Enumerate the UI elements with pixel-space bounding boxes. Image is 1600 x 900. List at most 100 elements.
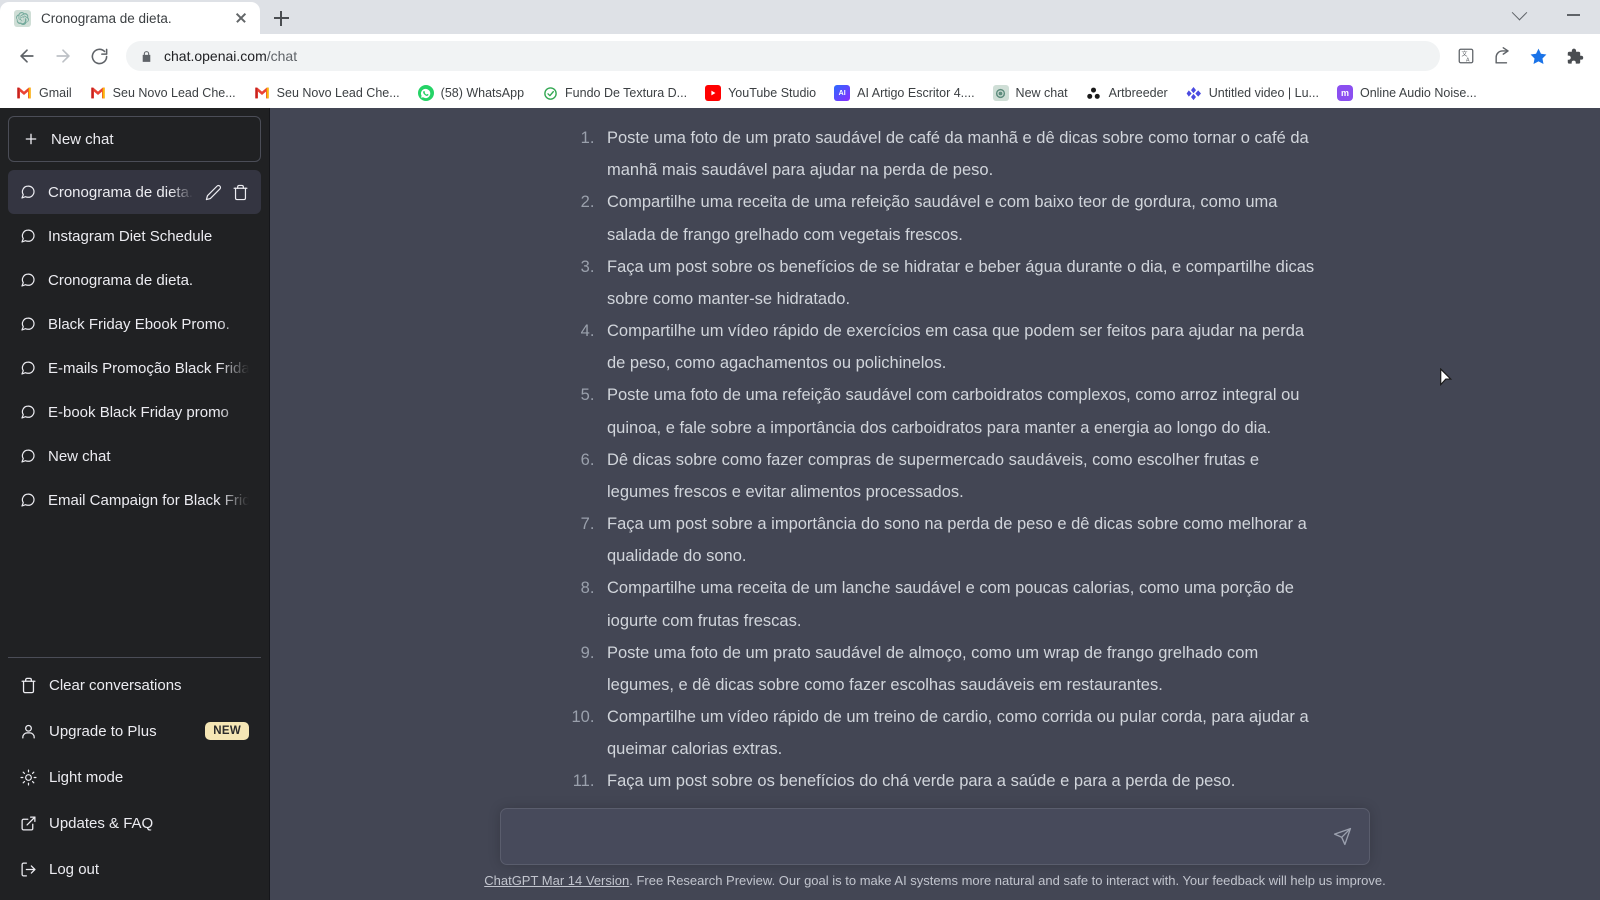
bookmark-label: Online Audio Noise... (1359, 86, 1477, 100)
sidebar-item-clear-conversations[interactable]: Clear conversations (8, 662, 261, 708)
bookmark-item[interactable]: m Online Audio Noise... (1329, 81, 1485, 105)
list-item: Compartilhe uma receita de um lanche sau… (599, 572, 1315, 636)
reload-button[interactable] (82, 39, 116, 73)
sidebar-item-log-out[interactable]: Log out (8, 846, 261, 892)
bookmark-star-icon[interactable] (1522, 40, 1554, 72)
conversation-title: Email Campaign for Black Friday (48, 491, 249, 509)
main-content: Poste uma foto de um prato saudável de c… (270, 108, 1600, 900)
svg-text:A: A (1466, 57, 1470, 63)
openai-icon (14, 9, 31, 27)
list-item: Faça um post sobre a importância do sono… (599, 508, 1315, 572)
chat-bubble-icon (21, 185, 35, 199)
bookmark-item[interactable]: Fundo De Textura D... (534, 81, 695, 105)
external-link-icon (21, 815, 36, 831)
sidebar-item-label: Clear conversations (49, 676, 182, 694)
sidebar-item-upgrade-to-plus[interactable]: Upgrade to Plus NEW (8, 708, 261, 754)
toolbar-icons: 文 A (1450, 40, 1590, 72)
conversation-item[interactable]: Instagram Diet Schedule (8, 214, 261, 258)
chat-bubble-icon (21, 405, 35, 419)
footer-text: . Free Research Preview. Our goal is to … (629, 873, 1386, 888)
list-item: Compartilhe um vídeo rápido de exercício… (599, 315, 1315, 379)
tab-title: Cronograma de dieta. (41, 10, 172, 26)
conversation-item[interactable]: E-mails Promoção Black Friday (8, 346, 261, 390)
forward-button[interactable] (46, 39, 80, 73)
bookmark-label: Artbreeder (1108, 86, 1168, 100)
bookmark-label: Seu Novo Lead Che... (112, 86, 236, 100)
share-icon[interactable] (1486, 40, 1518, 72)
bookmark-item[interactable]: Seu Novo Lead Che... (246, 81, 408, 105)
send-button[interactable] (1329, 824, 1355, 850)
conversation-item[interactable]: Email Campaign for Black Friday (8, 478, 261, 522)
browser-window: Cronograma de dieta. chat.openai.com/cha… (0, 0, 1600, 900)
minimize-button[interactable] (1546, 0, 1600, 30)
back-button[interactable] (10, 39, 44, 73)
bookmark-label: AI Artigo Escritor 4.... (857, 86, 975, 100)
bookmarks-bar: Gmail Seu Novo Lead Che... Seu Novo Lead… (0, 78, 1600, 108)
conversation-title: New chat (48, 447, 111, 465)
youtube-icon (705, 85, 722, 101)
browser-toolbar: chat.openai.com/chat 文 A (0, 34, 1600, 78)
bookmark-label: New chat (1015, 86, 1068, 100)
sidebar-item-updates-faq[interactable]: Updates & FAQ (8, 800, 261, 846)
conversation-item-active[interactable]: Cronograma de dieta. (8, 170, 261, 214)
bookmark-item[interactable]: Gmail (8, 81, 80, 105)
check-circle-icon (542, 85, 558, 101)
conversation-item[interactable]: New chat (8, 434, 261, 478)
address-bar[interactable]: chat.openai.com/chat (126, 41, 1440, 71)
bookmark-item[interactable]: (58) WhatsApp (410, 81, 532, 105)
minimize-icon (1566, 14, 1580, 16)
bookmark-label: YouTube Studio (728, 86, 817, 100)
sidebar-item-light-mode[interactable]: Light mode (8, 754, 261, 800)
tab-strip: Cronograma de dieta. (0, 0, 1600, 34)
conversation-item[interactable]: Black Friday Ebook Promo. (8, 302, 261, 346)
status-badge: NEW (205, 722, 249, 740)
sidebar-divider (8, 657, 261, 658)
conversation-item[interactable]: E-book Black Friday promo (8, 390, 261, 434)
tab-search-button[interactable] (1492, 0, 1546, 30)
list-item: Poste uma foto de um prato saudável de a… (599, 637, 1315, 701)
list-item: Compartilhe um vídeo rápido de um treino… (599, 701, 1315, 765)
message-composer[interactable] (500, 808, 1370, 865)
list-item: Poste uma foto de um prato saudável de c… (599, 122, 1315, 186)
bookmark-label: (58) WhatsApp (440, 86, 525, 100)
pencil-icon[interactable] (205, 184, 222, 201)
new-chat-label: New chat (51, 130, 114, 148)
list-item: Compartilhe uma receita de uma refeição … (599, 186, 1315, 250)
address-bar-url: chat.openai.com/chat (164, 48, 298, 64)
list-item: Poste uma foto de uma refeição saudável … (599, 379, 1315, 443)
sidebar-item-label: Updates & FAQ (49, 814, 154, 832)
conversation-title: Cronograma de dieta. (48, 183, 193, 201)
send-paper-plane-icon (1333, 827, 1351, 846)
bookmark-label: Gmail (39, 86, 72, 100)
version-link[interactable]: ChatGPT Mar 14 Version (484, 873, 629, 888)
bookmark-item[interactable]: AI AI Artigo Escritor 4.... (826, 81, 982, 105)
list-item: Dê dicas sobre como fazer compras de sup… (599, 444, 1315, 508)
bookmark-label: Seu Novo Lead Che... (276, 86, 400, 100)
trash-icon[interactable] (232, 184, 249, 201)
close-icon[interactable] (232, 9, 250, 27)
bookmark-label: Fundo De Textura D... (565, 86, 688, 100)
bookmark-item[interactable]: New chat (985, 81, 1076, 105)
bookmark-item[interactable]: Seu Novo Lead Che... (82, 81, 244, 105)
bookmark-item[interactable]: Artbreeder (1078, 81, 1176, 105)
artbreeder-icon (1086, 85, 1102, 101)
extensions-puzzle-icon[interactable] (1558, 40, 1590, 72)
person-icon (22, 724, 35, 739)
conversation-item[interactable]: Cronograma de dieta. (8, 258, 261, 302)
new-tab-button[interactable] (264, 2, 298, 34)
sun-icon (20, 768, 37, 786)
bookmark-item[interactable]: YouTube Studio (697, 81, 824, 105)
bookmark-label: Untitled video | Lu... (1208, 86, 1319, 100)
browser-tab[interactable]: Cronograma de dieta. (0, 2, 260, 34)
composer-area: ChatGPT Mar 14 Version. Free Research Pr… (270, 808, 1600, 900)
openai-icon (992, 85, 1009, 101)
chat-thread[interactable]: Poste uma foto de um prato saudável de c… (270, 108, 1600, 900)
new-chat-button[interactable]: New chat (8, 116, 261, 162)
list-item: Faça um post sobre os benefícios do chá … (599, 765, 1315, 797)
chat-input[interactable] (517, 823, 1321, 850)
bookmark-item[interactable]: Untitled video | Lu... (1178, 81, 1327, 105)
sidebar-item-label: Upgrade to Plus (49, 722, 157, 740)
conversation-list: Cronograma de dieta. Instagram Diet Sche… (8, 170, 261, 653)
media-io-icon: m (1336, 85, 1353, 101)
translate-icon[interactable]: 文 A (1450, 40, 1482, 72)
